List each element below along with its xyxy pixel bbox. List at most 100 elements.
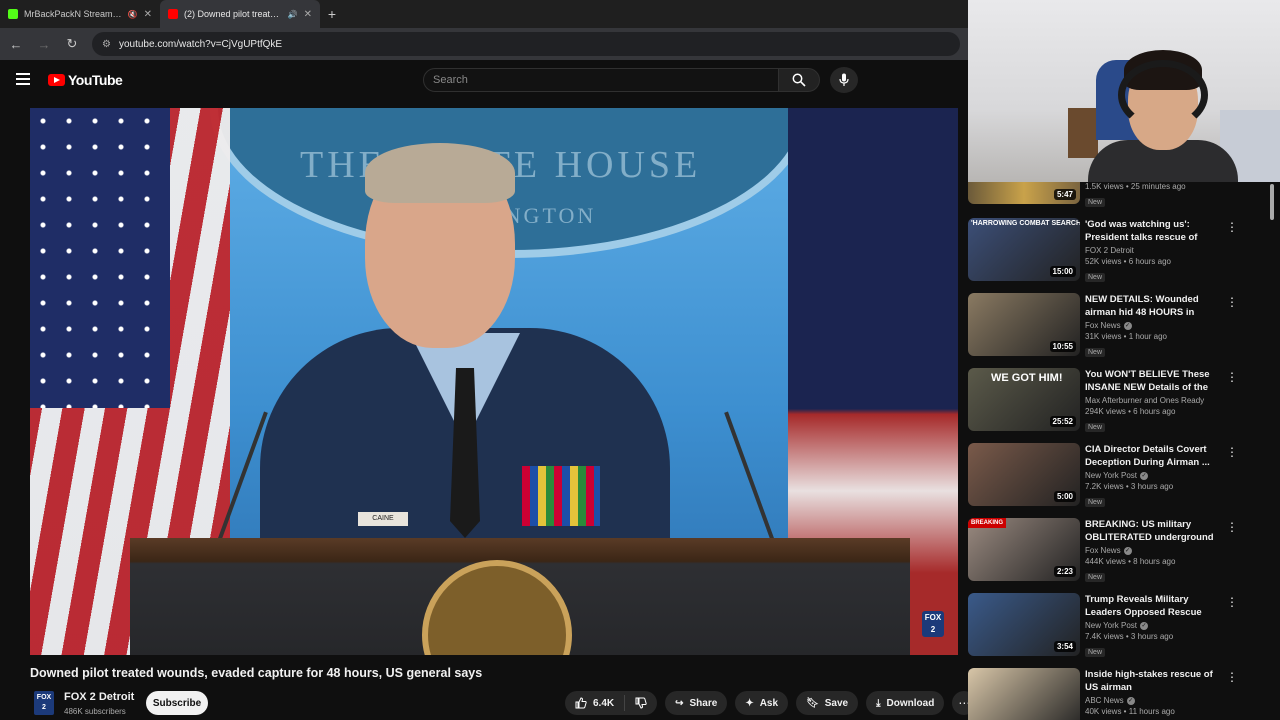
medal-ribbons (522, 466, 600, 526)
bookmark-icon: 🔖︎ (806, 697, 819, 709)
verified-check-icon: ✓ (1123, 546, 1132, 555)
new-badge: New (1085, 498, 1106, 507)
recommended-video[interactable]: BREAKING 2:23 BREAKING: US military OBLITE… (968, 518, 1280, 588)
channel-name[interactable]: Fox News (1085, 546, 1121, 555)
youtube-favicon-icon (168, 9, 178, 19)
recommended-video[interactable]: WE GOT HIM! 25:52 You WON'T BELIEVE These … (968, 368, 1280, 438)
video-meta: 40K views • 11 hours ago (1085, 707, 1175, 716)
video-duration: 15:00 (1049, 266, 1076, 277)
recommended-partial-item[interactable]: 5:47 1.5K views • 25 minutes ago New (968, 182, 1280, 210)
close-tab-icon[interactable]: ✕ (144, 9, 152, 20)
headset-icon (1118, 60, 1208, 130)
share-icon: ↪ (675, 697, 684, 709)
youtube-logo[interactable]: YouTube (48, 72, 123, 88)
new-badge: New (1085, 348, 1106, 357)
channel-name[interactable]: New York Post (1085, 621, 1137, 630)
share-button[interactable]: ↪ Share (665, 691, 728, 715)
share-label: Share (689, 697, 718, 709)
back-arrow-icon[interactable]: ← (8, 37, 24, 52)
verified-check-icon: ✓ (1123, 321, 1132, 330)
channel-row: ABC News ✓ (1085, 696, 1221, 705)
new-badge: New (1085, 573, 1106, 582)
channel-name[interactable]: ABC News (1085, 696, 1124, 705)
recommended-video[interactable]: 10:55 NEW DETAILS: Wounded airman hid 48 … (968, 293, 1280, 363)
channel-name[interactable]: Max Afterburner and Ones Ready (1085, 396, 1204, 405)
browser-tab-youtube[interactable]: (2) Downed pilot treated w 🔊 ✕ (160, 0, 320, 28)
youtube-play-icon (48, 74, 65, 86)
video-title: Downed pilot treated wounds, evaded capt… (30, 666, 483, 680)
thumbnail-overlay-text: WE GOT HIM! (991, 372, 1063, 384)
video-info: BREAKING: US military OBLITERATED underg… (1085, 518, 1221, 584)
ask-button[interactable]: ✦ Ask (735, 691, 789, 715)
tab-title: MrBackPackN Stream - Wat (24, 9, 122, 19)
video-thumbnail[interactable] (968, 668, 1080, 720)
video-thumbnail[interactable]: 5:47 (968, 182, 1080, 204)
video-title[interactable]: Trump Reveals Military Leaders Opposed R… (1085, 593, 1221, 619)
video-title[interactable]: BREAKING: US military OBLITERATED underg… (1085, 518, 1221, 544)
new-tab-button[interactable]: + (320, 6, 344, 22)
browser-toolbar: ← → ↻ ⚙ youtube.com/watch?v=CjVgUPtfQkE (0, 28, 968, 60)
speaker-icon[interactable]: 🔊 (288, 10, 298, 19)
video-thumbnail[interactable]: 10:55 (968, 293, 1080, 356)
video-title[interactable]: CIA Director Details Covert Deception Du… (1085, 443, 1221, 469)
video-title[interactable]: You WON'T BELIEVE These INSANE NEW Detai… (1085, 368, 1221, 394)
video-info: You WON'T BELIEVE These INSANE NEW Detai… (1085, 368, 1221, 434)
save-button[interactable]: 🔖︎ Save (796, 691, 859, 715)
search-button[interactable] (778, 68, 820, 92)
video-meta: 31K views • 1 hour ago (1085, 332, 1167, 341)
video-info: Inside high-stakes rescue of US airman AB… (1085, 668, 1221, 716)
channel-name[interactable]: FOX 2 Detroit (64, 691, 134, 703)
more-options-icon[interactable]: ⋮ (1226, 520, 1238, 534)
video-duration: 5:00 (1053, 491, 1076, 502)
channel-row: Max Afterburner and Ones Ready (1085, 396, 1221, 405)
channel-row: FOX 2 Detroit (1085, 246, 1221, 255)
voice-search-button[interactable] (830, 67, 858, 93)
dislike-button[interactable] (625, 697, 657, 709)
video-thumbnail[interactable]: 3:54 (968, 593, 1080, 656)
more-options-icon[interactable]: ⋮ (1226, 670, 1238, 684)
channel-avatar[interactable]: FOX 2 (34, 691, 54, 715)
channel-row: New York Post ✓ (1085, 621, 1221, 630)
video-thumbnail[interactable]: BREAKING 2:23 (968, 518, 1080, 581)
muted-speaker-icon[interactable]: 🔇 (128, 10, 138, 19)
recommended-video[interactable]: Inside high-stakes rescue of US airman AB… (968, 668, 1280, 720)
url-text: youtube.com/watch?v=CjVgUPtfQkE (118, 38, 283, 50)
forward-arrow-icon[interactable]: → (36, 37, 52, 52)
video-player[interactable]: THE WHITE HOUSE WASHINGTON CAINE FOX 2 (30, 108, 958, 655)
video-thumbnail[interactable]: 'HARROWING COMBAT SEARCH' 15:00 (968, 218, 1080, 281)
more-options-icon[interactable]: ⋮ (1226, 220, 1238, 234)
video-meta: 1.5K views • 25 minutes ago (1085, 182, 1186, 191)
more-options-icon[interactable]: ⋮ (1226, 595, 1238, 609)
more-options-icon[interactable]: ⋮ (1226, 295, 1238, 309)
site-info-icon[interactable]: ⚙ (102, 39, 111, 50)
channel-name[interactable]: Fox News (1085, 321, 1121, 330)
subscribe-button[interactable]: Subscribe (146, 691, 208, 715)
video-title[interactable]: Inside high-stakes rescue of US airman (1085, 668, 1221, 694)
download-icon: ⤓ (876, 697, 881, 709)
sidebar-scrollbar[interactable] (1270, 184, 1274, 220)
more-options-icon[interactable]: ⋮ (1226, 445, 1238, 459)
video-duration: 5:47 (1053, 189, 1076, 200)
video-title[interactable]: 'God was watching us': President talks r… (1085, 218, 1221, 244)
recommended-video[interactable]: 5:00 CIA Director Details Covert Deceptio… (968, 443, 1280, 513)
close-tab-icon[interactable]: ✕ (304, 9, 312, 20)
browser-tab-kick[interactable]: MrBackPackN Stream - Wat 🔇 ✕ (0, 0, 160, 28)
download-button[interactable]: ⤓ Download (866, 691, 945, 715)
recommended-video[interactable]: 'HARROWING COMBAT SEARCH' 15:00 'God was w… (968, 218, 1280, 288)
like-dislike-group: 6.4K (565, 691, 658, 715)
network-logo-bug: FOX 2 (922, 611, 944, 637)
search-input[interactable]: Search (423, 68, 779, 92)
recommended-video[interactable]: 3:54 Trump Reveals Military Leaders Oppos… (968, 593, 1280, 663)
more-options-icon[interactable]: ⋮ (1226, 370, 1238, 384)
video-thumbnail[interactable]: WE GOT HIM! 25:52 (968, 368, 1080, 431)
like-button[interactable]: 6.4K (565, 695, 626, 711)
verified-check-icon: ✓ (1140, 621, 1149, 630)
address-bar[interactable]: ⚙ youtube.com/watch?v=CjVgUPtfQkE (92, 32, 960, 56)
verified-check-icon: ✓ (1140, 471, 1149, 480)
reload-icon[interactable]: ↻ (64, 36, 80, 52)
channel-name[interactable]: FOX 2 Detroit (1085, 246, 1134, 255)
channel-name[interactable]: New York Post (1085, 471, 1137, 480)
menu-icon[interactable] (16, 73, 30, 85)
video-thumbnail[interactable]: 5:00 (968, 443, 1080, 506)
video-title[interactable]: NEW DETAILS: Wounded airman hid 48 HOURS… (1085, 293, 1221, 319)
